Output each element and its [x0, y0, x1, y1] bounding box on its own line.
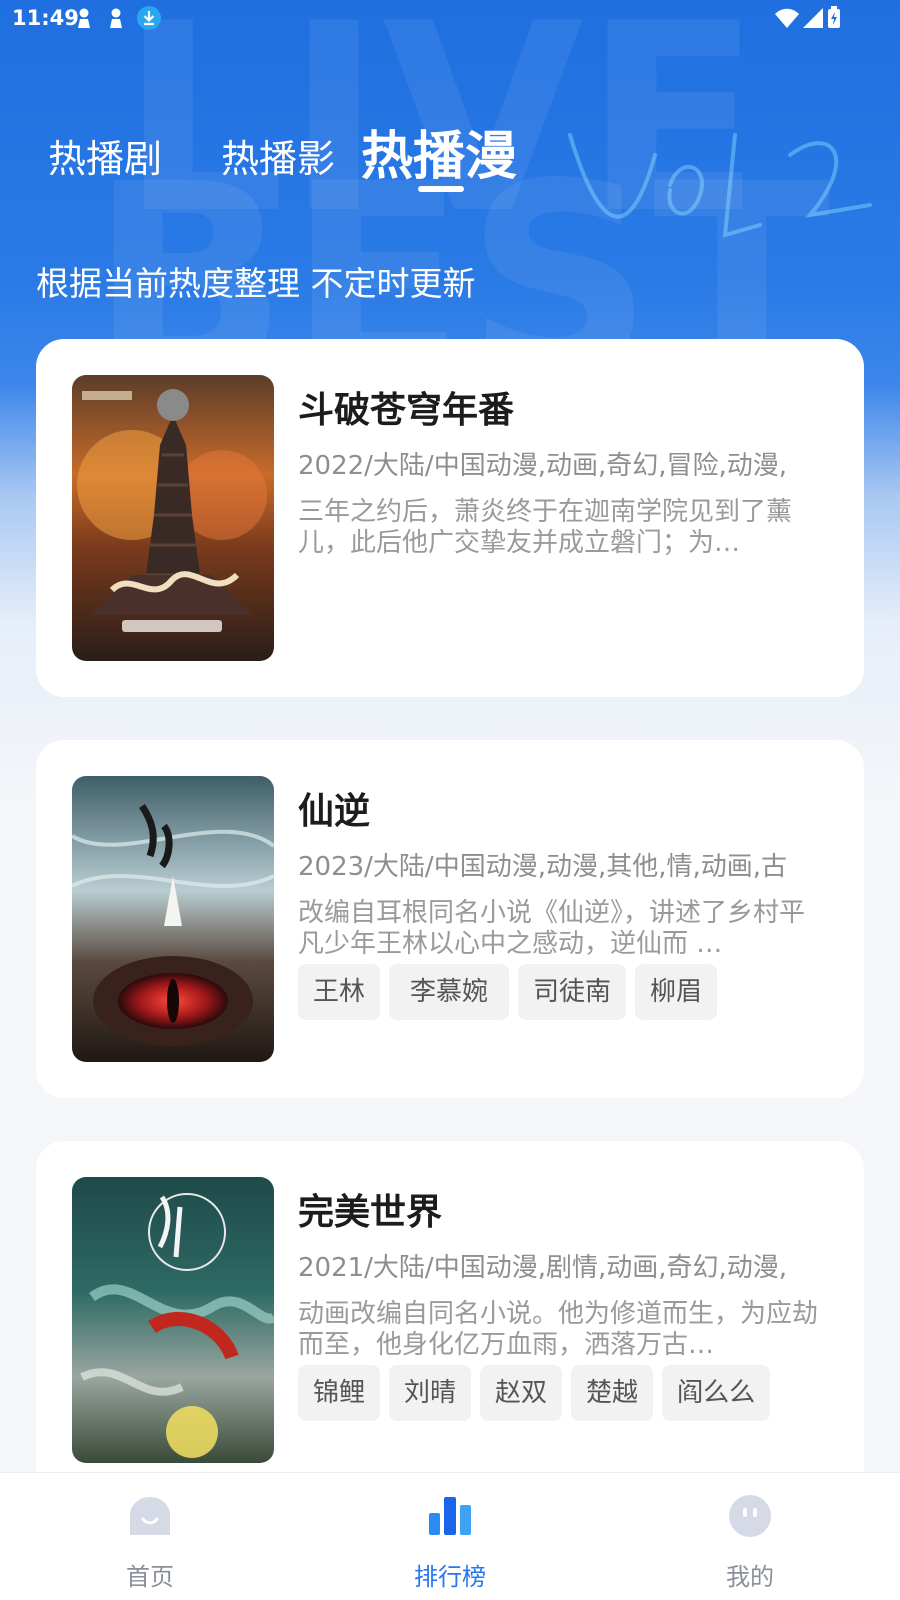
notification-person-icon — [78, 8, 90, 28]
battery-icon — [828, 6, 840, 28]
page-subtitle: 根据当前热度整理 不定时更新 — [36, 264, 476, 303]
nav-mine[interactable]: 我的 — [675, 1473, 825, 1600]
character-tag[interactable]: 王林 — [298, 964, 381, 1020]
signal-icon — [803, 8, 823, 28]
poster-image — [72, 375, 274, 661]
list-item[interactable]: 斗破苍穹年番 2022/大陆/中国动漫,动画,奇幻,冒险,动漫, 三年之约后，萧… — [36, 339, 864, 697]
nav-label: 排行榜 — [414, 1563, 486, 1591]
character-tag[interactable]: 阎么么 — [662, 1365, 771, 1421]
item-title: 仙逆 — [298, 791, 371, 832]
character-tag[interactable]: 刘晴 — [389, 1365, 472, 1421]
character-tags: 锦鲤 刘晴 赵双 楚越 阎么么 — [298, 1365, 838, 1425]
list-item[interactable]: 仙逆 2023/大陆/中国动漫,动漫,其他,情,动画,古 改编自耳根同名小说《仙… — [36, 740, 864, 1098]
item-meta: 2023/大陆/中国动漫,动漫,其他,情,动画,古 — [298, 852, 788, 882]
poster-image — [72, 776, 274, 1062]
character-tag[interactable]: 司徒南 — [518, 964, 627, 1020]
active-tab-indicator — [418, 186, 464, 192]
bottom-navigation: 首页 排行榜 我的 — [0, 1472, 900, 1600]
nav-home[interactable]: 首页 — [75, 1473, 225, 1600]
item-meta: 2022/大陆/中国动漫,动画,奇幻,冒险,动漫, — [298, 451, 788, 481]
category-tabs: 热播剧 热播影 热播漫 — [0, 110, 900, 200]
notification-person-icon — [110, 8, 122, 28]
tab-hot-drama[interactable]: 热播剧 — [48, 128, 162, 183]
nav-ranking[interactable]: 排行榜 — [375, 1473, 525, 1600]
nav-label: 首页 — [126, 1563, 174, 1591]
list-item[interactable]: 完美世界 2021/大陆/中国动漫,剧情,动画,奇幻,动漫, 动画改编自同名小说… — [36, 1141, 864, 1481]
item-meta: 2021/大陆/中国动漫,剧情,动画,奇幻,动漫, — [298, 1253, 788, 1283]
item-description: 三年之约后，萧炎终于在迦南学院见到了薰儿，此后他广交挚友并成立磐门；为… — [298, 497, 793, 558]
status-time: 11:49 — [12, 6, 79, 30]
character-tag[interactable]: 锦鲤 — [298, 1365, 381, 1421]
download-icon — [137, 6, 161, 30]
status-bar: 11:49 — [0, 0, 900, 36]
home-icon — [130, 1497, 170, 1535]
tab-hot-movie[interactable]: 热播影 — [221, 128, 335, 183]
nav-label: 我的 — [726, 1563, 774, 1591]
tab-hot-anime[interactable]: 热播漫 — [361, 114, 517, 189]
item-description: 动画改编自同名小说。他为修道而生，为应劫而至，他身化亿万血雨，洒落万古… — [298, 1299, 819, 1360]
profile-icon — [729, 1495, 771, 1537]
item-description: 改编自耳根同名小说《仙逆》，讲述了乡村平凡少年王林以心中之感动，逆仙而 … — [298, 898, 806, 959]
character-tag[interactable]: 李慕婉 — [389, 964, 510, 1020]
character-tags: 王林 李慕婉 司徒南 柳眉 — [298, 964, 838, 1024]
item-title: 完美世界 — [298, 1192, 443, 1233]
item-title: 斗破苍穹年番 — [298, 390, 515, 431]
character-tag[interactable]: 赵双 — [480, 1365, 563, 1421]
poster-image — [72, 1177, 274, 1463]
character-tag[interactable]: 柳眉 — [635, 964, 718, 1020]
character-tag[interactable]: 楚越 — [571, 1365, 654, 1421]
ranking-icon — [429, 1497, 471, 1535]
wifi-icon — [775, 8, 799, 28]
